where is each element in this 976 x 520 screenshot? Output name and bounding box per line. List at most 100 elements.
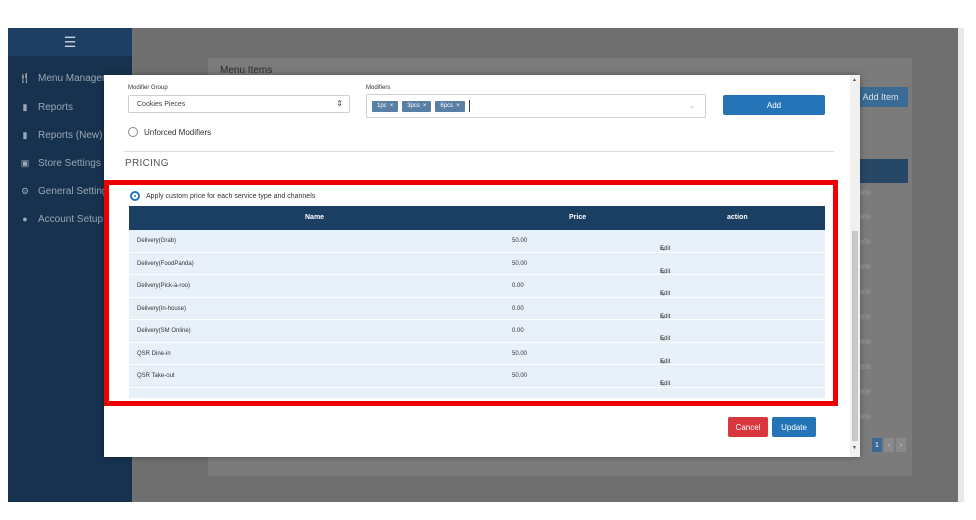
add-button[interactable]: Add — [723, 95, 825, 115]
sidebar-item-reports[interactable]: ▮ Reports — [18, 97, 74, 117]
modifier-tag[interactable]: 1pc × — [372, 100, 399, 112]
sidebar-item-general-settings[interactable]: ⚙ General Settings — [18, 181, 113, 201]
pagination: 1 ‹ › — [872, 438, 908, 452]
scroll-down-icon[interactable]: ▼ — [852, 445, 857, 451]
row-price: 50.00 — [512, 350, 528, 357]
modifiers-multiselect[interactable]: 1pc × 3pcs × 6pcs × ⌄ — [366, 94, 706, 118]
background-table-header — [858, 159, 908, 183]
user-icon: ● — [22, 214, 28, 224]
modal-scrollbar[interactable]: ▲ ▼ — [850, 75, 860, 457]
sidebar-item-label: Reports — [38, 101, 74, 113]
table-row: QSR Dine-in 50.00 ✎ Edit — [129, 342, 825, 366]
row-name: QSR Take-out — [137, 373, 175, 379]
row-price: 0.00 — [512, 328, 524, 334]
table-row: QSR Take-out 50.00 ✎ Edit — [129, 365, 825, 388]
table-row: Delivery(FoodPanda) 50.00 ✎ Edit — [129, 252, 825, 276]
modifier-tag-label: 3pcs — [407, 103, 420, 109]
page-button[interactable]: 1 — [872, 438, 882, 452]
cancel-button[interactable]: Cancel — [728, 417, 768, 437]
scrollbar-thumb[interactable] — [852, 231, 858, 441]
add-item-button[interactable]: Add Item — [853, 87, 908, 107]
next-page-icon[interactable]: › — [896, 438, 906, 452]
divider — [124, 151, 834, 152]
delete-link[interactable]: lete — [858, 262, 908, 284]
pricing-table: Name Price action Delivery(Grab) 50.00 ✎… — [129, 206, 825, 398]
gear-icon: ⚙ — [20, 185, 30, 196]
modifier-group-value: Cookies Pieces — [137, 100, 186, 108]
edit-label: Edit — [660, 268, 671, 275]
unforced-radio[interactable] — [128, 127, 138, 137]
table-footer-space — [129, 387, 825, 398]
custom-price-option[interactable]: Apply custom price for each service type… — [130, 191, 315, 201]
row-price: 50.00 — [512, 373, 528, 379]
delete-link[interactable]: lete — [858, 387, 908, 409]
edit-label: Edit — [660, 336, 671, 342]
chevron-down-icon[interactable]: ⌄ — [689, 102, 695, 110]
row-name: Delivery(In-house) — [137, 305, 187, 312]
sidebar-item-account-setup[interactable]: ● Account Setup — [18, 209, 103, 229]
row-price: 50.00 — [512, 238, 528, 244]
close-icon[interactable]: × — [423, 103, 427, 109]
modifier-group-label: Modifier Group — [128, 85, 168, 91]
unforced-label: Unforced Modifiers — [144, 127, 212, 137]
sidebar-item-label: Account Setup — [38, 213, 104, 225]
edit-item-modal: Modifier Group Cookies Pieces ⇕ Modifier… — [104, 75, 860, 457]
edit-label: Edit — [660, 381, 671, 387]
column-header-name: Name — [305, 214, 325, 221]
table-row: Delivery(Grab) 50.00 ✎ Edit — [129, 230, 825, 253]
sidebar-item-label: Store Settings — [38, 157, 101, 169]
page-scrollbar[interactable] — [958, 28, 964, 502]
chevron-up-down-icon: ⇕ — [336, 99, 343, 108]
text-cursor — [468, 100, 470, 112]
table-row: Delivery(Pick-a-roo) 0.00 ✎ Edit — [129, 275, 825, 298]
sidebar-item-label: Reports (New) — [38, 129, 103, 141]
edit-label: Edit — [660, 246, 671, 252]
delete-link[interactable]: lete — [858, 212, 908, 234]
row-name: Delivery(FoodPanda) — [137, 260, 194, 267]
update-button[interactable]: Update — [772, 417, 816, 437]
modifier-tag[interactable]: 6pcs × — [435, 100, 465, 112]
close-icon[interactable]: × — [390, 103, 394, 109]
delete-link[interactable]: lete — [858, 337, 908, 359]
row-price: 0.00 — [512, 305, 524, 312]
modifier-group-select[interactable]: Cookies Pieces ⇕ — [128, 95, 350, 113]
pricing-heading: PRICING — [125, 158, 169, 169]
store-icon: ▣ — [20, 157, 30, 168]
file-icon: ▮ — [22, 101, 28, 112]
close-icon[interactable]: × — [456, 103, 460, 109]
delete-link[interactable]: lete — [858, 412, 908, 434]
sidebar-header: ☰ — [8, 28, 132, 56]
row-name: Delivery(SM Online) — [137, 328, 191, 334]
row-name: Delivery(Pick-a-roo) — [137, 283, 191, 289]
delete-link[interactable]: lete — [858, 287, 908, 309]
edit-label: Edit — [660, 291, 671, 297]
modifier-tag[interactable]: 3pcs × — [402, 100, 432, 112]
row-price: 50.00 — [512, 260, 528, 267]
row-name: QSR Dine-in — [137, 350, 171, 357]
delete-link[interactable]: lete — [858, 362, 908, 384]
row-price: 0.00 — [512, 283, 524, 289]
sidebar-item-label: General Settings — [38, 185, 113, 197]
custom-price-radio[interactable] — [130, 191, 140, 201]
scroll-up-icon[interactable]: ▲ — [852, 77, 857, 83]
fork-knife-icon: 🍴 — [19, 72, 31, 83]
file-icon: ▮ — [22, 129, 28, 140]
delete-link[interactable]: lete — [858, 237, 908, 259]
sidebar-item-reports-new[interactable]: ▮ Reports (New) — [18, 125, 103, 145]
prev-page-icon[interactable]: ‹ — [884, 438, 894, 452]
edit-label: Edit — [660, 358, 671, 365]
column-header-action: action — [727, 214, 748, 221]
custom-price-label: Apply custom price for each service type… — [146, 192, 316, 200]
table-row: Delivery(In-house) 0.00 ✎ Edit — [129, 297, 825, 321]
pricing-table-header: Name Price action — [129, 206, 825, 230]
delete-link[interactable]: lete — [858, 312, 908, 334]
menu-toggle-icon[interactable]: ☰ — [64, 34, 77, 51]
unforced-modifiers-option[interactable]: Unforced Modifiers — [128, 127, 211, 137]
modifier-tag-label: 1pc — [377, 103, 387, 109]
app-window: ☰ 🍴 Menu Managem ▮ Reports ▮ Reports (Ne… — [8, 28, 964, 502]
sidebar-item-menu-management[interactable]: 🍴 Menu Managem — [18, 68, 110, 88]
table-row: Delivery(SM Online) 0.00 ✎ Edit — [129, 320, 825, 343]
row-name: Delivery(Grab) — [137, 238, 177, 244]
delete-link[interactable]: lete — [858, 188, 908, 210]
sidebar-item-store-settings[interactable]: ▣ Store Settings — [18, 153, 101, 173]
